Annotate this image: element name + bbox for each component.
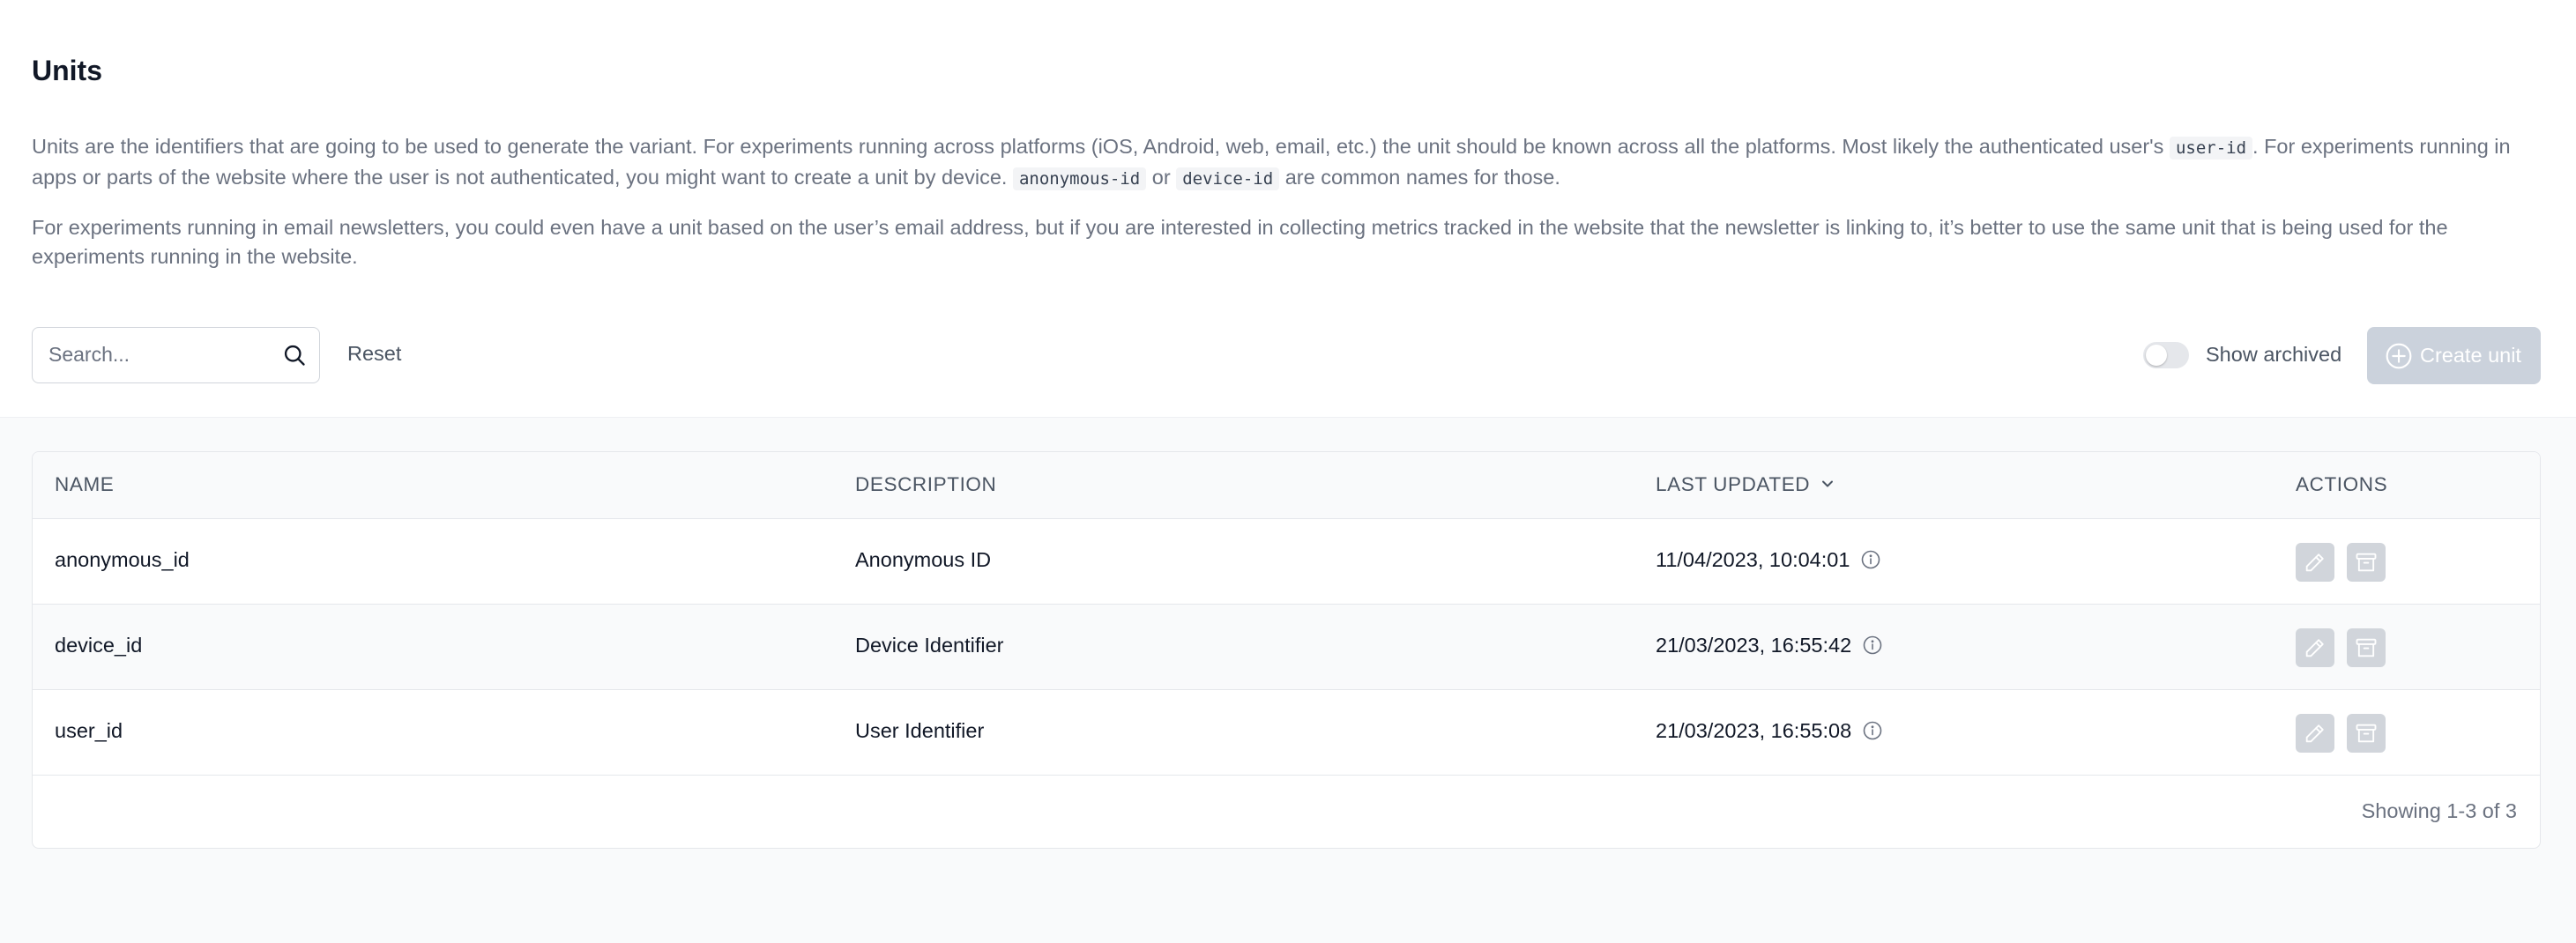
last-updated-value: 21/03/2023, 16:55:08 xyxy=(1656,719,1852,742)
edit-button[interactable] xyxy=(2296,714,2334,753)
page-description-secondary: For experiments running in email newslet… xyxy=(32,216,2448,268)
show-archived-label: Show archived xyxy=(2206,343,2342,366)
edit-button[interactable] xyxy=(2296,543,2334,582)
unit-description: Device Identifier xyxy=(855,634,1004,657)
search-input[interactable] xyxy=(48,328,278,382)
last-updated-value: 11/04/2023, 10:04:01 xyxy=(1656,548,1850,571)
archive-button[interactable] xyxy=(2347,628,2386,667)
archive-icon xyxy=(2356,553,2377,572)
unit-description: Anonymous ID xyxy=(855,548,992,571)
units-table: NAME DESCRIPTION LAST UPDATED ACTIONS an… xyxy=(32,451,2541,849)
column-header-name: NAME xyxy=(55,473,115,495)
archive-icon xyxy=(2356,638,2377,657)
search-icon[interactable] xyxy=(282,343,307,368)
description-text: Units are the identifiers that are going… xyxy=(32,135,2170,158)
description-text: or xyxy=(1146,166,1177,189)
column-header-last-updated[interactable]: LAST UPDATED xyxy=(1656,473,1836,496)
edit-button[interactable] xyxy=(2296,628,2334,667)
info-icon[interactable] xyxy=(1862,720,1883,741)
table-row: device_id Device Identifier 21/03/2023, … xyxy=(33,605,2540,690)
info-icon[interactable] xyxy=(1860,549,1881,570)
reset-button[interactable]: Reset xyxy=(347,342,401,366)
unit-last-updated: 21/03/2023, 16:55:42 xyxy=(1656,634,1883,657)
last-updated-value: 21/03/2023, 16:55:42 xyxy=(1656,634,1852,657)
column-header-description: DESCRIPTION xyxy=(855,473,997,495)
unit-last-updated: 21/03/2023, 16:55:08 xyxy=(1656,719,1883,743)
table-row: anonymous_id Anonymous ID 11/04/2023, 10… xyxy=(33,519,2540,605)
page-title: Units xyxy=(32,55,102,86)
info-icon[interactable] xyxy=(1862,635,1883,656)
pagination-summary: Showing 1-3 of 3 xyxy=(2361,799,2517,822)
pencil-icon xyxy=(2305,724,2324,743)
page-description: Units are the identifiers that are going… xyxy=(32,132,2544,194)
plus-circle-icon xyxy=(2386,343,2412,369)
column-header-last-updated-label: LAST UPDATED xyxy=(1656,473,1811,495)
create-unit-button[interactable]: Create unit xyxy=(2367,327,2541,384)
search-box[interactable] xyxy=(32,327,320,383)
unit-name: device_id xyxy=(55,634,143,657)
create-unit-label: Create unit xyxy=(2420,344,2521,367)
code-user-id: user-id xyxy=(2169,137,2253,160)
table-header: NAME DESCRIPTION LAST UPDATED ACTIONS xyxy=(33,452,2540,519)
archive-button[interactable] xyxy=(2347,714,2386,753)
unit-description: User Identifier xyxy=(855,719,985,742)
unit-name: anonymous_id xyxy=(55,548,190,571)
description-text: are common names for those. xyxy=(1279,166,1560,189)
code-anonymous-id: anonymous-id xyxy=(1012,167,1147,190)
unit-last-updated: 11/04/2023, 10:04:01 xyxy=(1656,548,1881,572)
unit-name: user_id xyxy=(55,719,123,742)
show-archived-toggle[interactable] xyxy=(2143,342,2189,368)
chevron-down-icon xyxy=(1822,480,1834,487)
archive-button[interactable] xyxy=(2347,543,2386,582)
pencil-icon xyxy=(2305,639,2324,657)
table-row: user_id User Identifier 21/03/2023, 16:5… xyxy=(33,690,2540,776)
pencil-icon xyxy=(2305,553,2324,572)
code-device-id: device-id xyxy=(1176,167,1280,190)
column-header-actions: ACTIONS xyxy=(2296,473,2388,495)
toggle-knob xyxy=(2146,345,2167,366)
page-header: Units Units are the identifiers that are… xyxy=(0,0,2576,418)
archive-icon xyxy=(2356,724,2377,743)
